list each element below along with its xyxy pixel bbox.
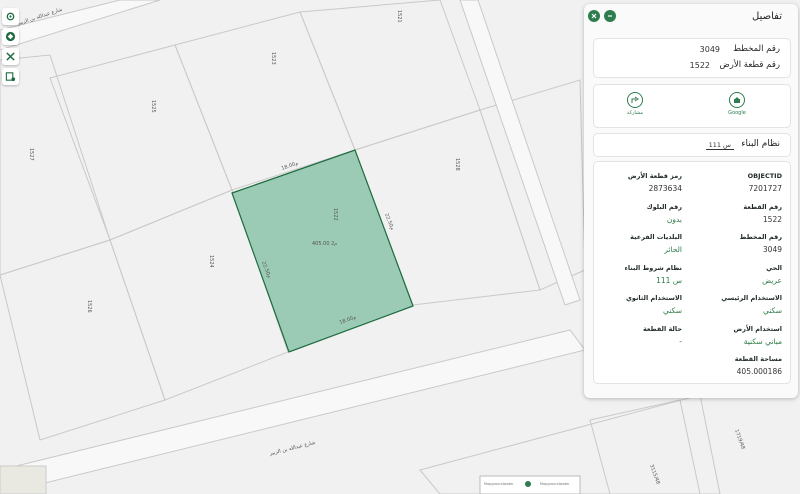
parcel-label: 1523 [270, 52, 276, 65]
map-block [589, 399, 701, 494]
north-icon [525, 481, 531, 487]
footer-label: Mapgroundwater [484, 482, 514, 486]
detail-label: رقم المخطط [739, 233, 782, 241]
plan-value: 3049 [699, 45, 720, 54]
minimize-icon [608, 15, 612, 17]
detail-value: 405.000186 [736, 367, 782, 376]
detail-label: رمز قطعة الأرض [627, 172, 682, 180]
overview-map[interactable] [0, 465, 47, 494]
detail-value: 2873634 [648, 184, 682, 193]
google-label: Google [728, 110, 746, 116]
minimize-button[interactable] [604, 10, 616, 22]
selected-parcel[interactable] [231, 149, 414, 353]
selected-parcel-number: 1522 [332, 208, 338, 221]
actions-card: Google مشاركة [593, 84, 791, 128]
map-block [299, 0, 481, 151]
selected-area-label: 405.00 م2 [312, 241, 337, 247]
detail-value: - [679, 336, 682, 346]
google-button[interactable]: Google [722, 92, 752, 116]
panel-title: تفاصيل [752, 11, 782, 22]
detail-value: سكني [763, 306, 782, 315]
share-button[interactable]: مشاركة [620, 92, 650, 116]
detail-label: نظام شروط البناء [624, 263, 682, 272]
tools-icon [6, 52, 15, 61]
locate-button[interactable] [2, 8, 19, 25]
share-icon [631, 96, 639, 103]
detail-value: 3049 [762, 245, 782, 254]
building-system-value[interactable]: س 111 [705, 141, 734, 150]
detail-label: الاستخدام الرئيسي [721, 294, 782, 302]
detail-value: 7201727 [748, 184, 782, 193]
road [459, 0, 581, 306]
edge-length-label: 22.50م [383, 213, 395, 231]
detail-label: OBJECTID [747, 172, 782, 180]
details-panel: تفاصيل رقم المخطط 3049 رقم قطعة الأرض 15… [584, 4, 798, 398]
map-book-button[interactable] [2, 68, 19, 85]
close-icon [591, 13, 597, 19]
google-icon [734, 97, 740, 103]
map-block [49, 44, 233, 241]
parcel-label: 1528 [454, 158, 460, 171]
plan-label: رقم المخطط [733, 44, 780, 54]
detail-label: البلديات الفرعية [630, 233, 682, 241]
detail-label: رقم البلوك [646, 202, 682, 211]
road [0, 329, 586, 494]
parcel-value: 1522 [689, 61, 710, 70]
layers-icon [5, 31, 16, 42]
building-system-card: نظام البناء س 111 [593, 133, 791, 157]
detail-value: بدون [666, 214, 682, 224]
parcel-label: 1527 [28, 148, 34, 161]
details-card: OBJECTID 7201727 رمز قطعة الأرض 2873634 رقم … [593, 161, 791, 384]
parcel-label: 1525 [150, 100, 156, 113]
detail-value: 1522 [762, 214, 782, 224]
map-block [0, 239, 166, 441]
building-system-label: نظام البناء [741, 139, 780, 149]
summary-card: رقم المخطط 3049 رقم قطعة الأرض 1522 [593, 38, 791, 78]
detail-label: الاستخدام الثانوي [625, 294, 682, 302]
close-button[interactable] [588, 10, 600, 22]
layers-button[interactable] [2, 28, 19, 45]
parcel-label: 3115/48 [648, 464, 661, 486]
detail-label: مساحة القطعة [734, 355, 782, 363]
map-block [0, 54, 111, 276]
detail-value: س 111 [656, 275, 682, 285]
street-label: شارع عبدالله بن الزبير [268, 440, 316, 457]
footer-label: Mapgroundwater [540, 482, 570, 486]
detail-value: مباني سكنية [743, 336, 782, 346]
detail-label: استخدام الأرض [733, 324, 782, 333]
parcel-label: 1521 [396, 10, 402, 23]
parcel-label: 1526 [86, 300, 92, 313]
detail-value: سكني [663, 306, 682, 315]
tools-button[interactable] [2, 48, 19, 65]
map-book-icon [5, 72, 16, 82]
detail-label: حالة القطعة [642, 324, 682, 333]
detail-label: رقم القطعة [743, 202, 782, 211]
parcel-label: رقم قطعة الأرض [719, 60, 780, 70]
detail-value: عريض [762, 275, 782, 285]
parcel-label: 1719/48 [733, 429, 746, 451]
locate-icon [6, 12, 15, 21]
detail-label: الحي [766, 263, 782, 272]
detail-value: الحائر [664, 245, 682, 254]
parcel-label: 1524 [208, 255, 214, 268]
share-label: مشاركة [626, 110, 644, 116]
